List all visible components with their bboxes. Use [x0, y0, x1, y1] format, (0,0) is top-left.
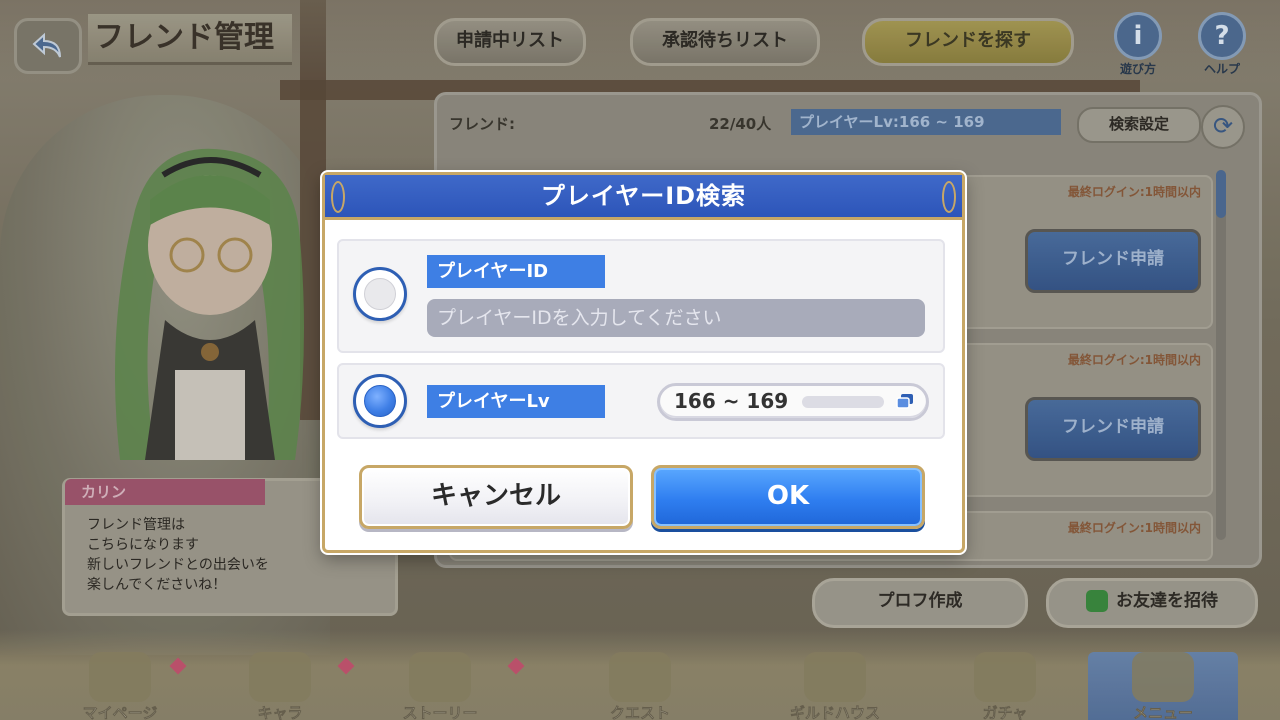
player-id-input[interactable]: [427, 299, 925, 337]
option-player-id: プレイヤーID: [337, 239, 945, 353]
level-range-blur: [802, 396, 884, 408]
level-range-value: 166 ~ 169: [674, 389, 789, 413]
radio-dot: [364, 278, 396, 310]
dialog-title: プレイヤーID検索: [325, 175, 962, 220]
ok-button[interactable]: OK: [651, 465, 925, 529]
cancel-button[interactable]: キャンセル: [359, 465, 633, 529]
radio-dot: [364, 385, 396, 417]
player-level-label: プレイヤーLv: [427, 385, 605, 418]
player-level-radio[interactable]: [353, 374, 407, 428]
copy-icon: [896, 394, 913, 409]
option-player-level: プレイヤーLv 166 ~ 169: [337, 363, 945, 439]
player-id-search-dialog: プレイヤーID検索 プレイヤーID プレイヤーLv 166 ~ 169 キャンセ…: [322, 172, 965, 553]
player-id-radio[interactable]: [353, 267, 407, 321]
player-id-label: プレイヤーID: [427, 255, 605, 288]
level-range-select[interactable]: 166 ~ 169: [657, 383, 929, 421]
